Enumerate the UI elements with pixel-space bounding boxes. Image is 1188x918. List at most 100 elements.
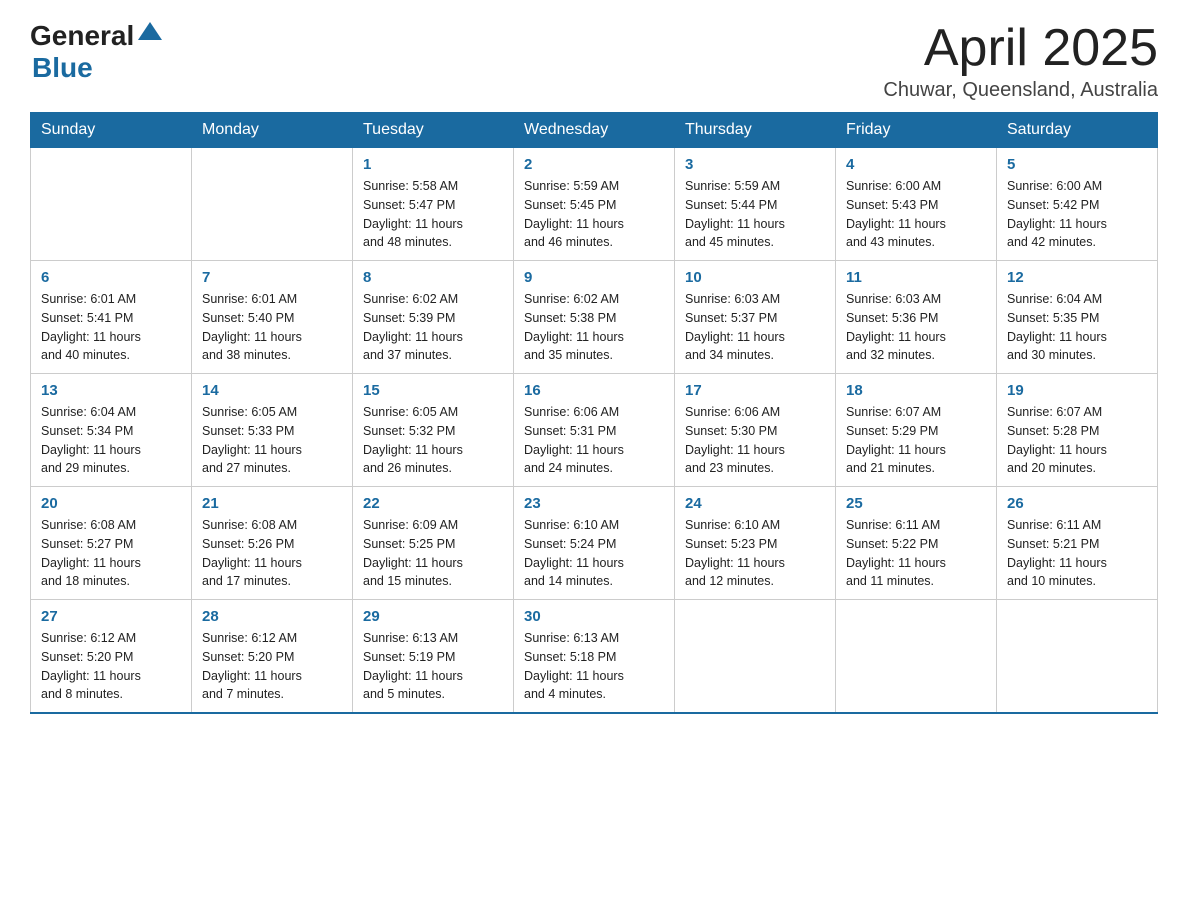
calendar-cell: 24 Sunrise: 6:10 AMSunset: 5:23 PMDayligh… [675, 487, 836, 600]
calendar-cell: 13 Sunrise: 6:04 AMSunset: 5:34 PMDayligh… [31, 374, 192, 487]
logo-general-text: General [30, 20, 134, 52]
calendar-cell: 7 Sunrise: 6:01 AMSunset: 5:40 PMDaylight… [192, 261, 353, 374]
day-number: 7 [202, 269, 342, 286]
day-number: 11 [846, 269, 986, 286]
day-number: 18 [846, 382, 986, 399]
calendar-cell: 15 Sunrise: 6:05 AMSunset: 5:32 PMDayligh… [353, 374, 514, 487]
day-number: 9 [524, 269, 664, 286]
day-info: Sunrise: 6:11 AMSunset: 5:22 PMDaylight:… [846, 516, 986, 591]
page-header: General Blue April 2025 Chuwar, Queensla… [30, 20, 1158, 102]
calendar-table: SundayMondayTuesdayWednesdayThursdayFrid… [30, 112, 1158, 714]
day-number: 30 [524, 608, 664, 625]
location-text: Chuwar, Queensland, Australia [883, 79, 1158, 102]
week-row-4: 20 Sunrise: 6:08 AMSunset: 5:27 PMDayligh… [31, 487, 1158, 600]
day-info: Sunrise: 6:03 AMSunset: 5:36 PMDaylight:… [846, 290, 986, 365]
calendar-cell: 19 Sunrise: 6:07 AMSunset: 5:28 PMDayligh… [997, 374, 1158, 487]
week-row-1: 1 Sunrise: 5:58 AMSunset: 5:47 PMDaylight… [31, 148, 1158, 261]
calendar-cell: 23Sunrise: 6:10 AMSunset: 5:24 PMDayligh… [514, 487, 675, 600]
calendar-cell: 18Sunrise: 6:07 AMSunset: 5:29 PMDayligh… [836, 374, 997, 487]
day-info: Sunrise: 6:13 AMSunset: 5:19 PMDaylight:… [363, 629, 503, 704]
day-number: 21 [202, 495, 342, 512]
week-row-3: 13 Sunrise: 6:04 AMSunset: 5:34 PMDayligh… [31, 374, 1158, 487]
day-info: Sunrise: 6:03 AMSunset: 5:37 PMDaylight:… [685, 290, 825, 365]
calendar-cell: 20 Sunrise: 6:08 AMSunset: 5:27 PMDayligh… [31, 487, 192, 600]
day-info: Sunrise: 6:07 AMSunset: 5:28 PMDaylight:… [1007, 403, 1147, 478]
day-number: 2 [524, 156, 664, 173]
day-info: Sunrise: 6:13 AMSunset: 5:18 PMDaylight:… [524, 629, 664, 704]
calendar-cell: 22 Sunrise: 6:09 AMSunset: 5:25 PMDayligh… [353, 487, 514, 600]
calendar-cell: 21 Sunrise: 6:08 AMSunset: 5:26 PMDayligh… [192, 487, 353, 600]
calendar-cell [675, 600, 836, 714]
day-info: Sunrise: 6:02 AMSunset: 5:38 PMDaylight:… [524, 290, 664, 365]
calendar-cell: 11 Sunrise: 6:03 AMSunset: 5:36 PMDayligh… [836, 261, 997, 374]
day-number: 3 [685, 156, 825, 173]
calendar-cell: 4 Sunrise: 6:00 AMSunset: 5:43 PMDaylight… [836, 148, 997, 261]
calendar-cell: 29 Sunrise: 6:13 AMSunset: 5:19 PMDayligh… [353, 600, 514, 714]
day-number: 15 [363, 382, 503, 399]
day-number: 13 [41, 382, 181, 399]
header-friday: Friday [836, 113, 997, 148]
day-number: 20 [41, 495, 181, 512]
header-sunday: Sunday [31, 113, 192, 148]
calendar-cell [192, 148, 353, 261]
day-number: 19 [1007, 382, 1147, 399]
header-monday: Monday [192, 113, 353, 148]
calendar-cell: 17 Sunrise: 6:06 AMSunset: 5:30 PMDayligh… [675, 374, 836, 487]
logo-arrow-icon [136, 18, 164, 51]
day-info: Sunrise: 6:06 AMSunset: 5:31 PMDaylight:… [524, 403, 664, 478]
day-info: Sunrise: 6:01 AMSunset: 5:40 PMDaylight:… [202, 290, 342, 365]
day-info: Sunrise: 6:08 AMSunset: 5:26 PMDaylight:… [202, 516, 342, 591]
day-info: Sunrise: 6:04 AMSunset: 5:35 PMDaylight:… [1007, 290, 1147, 365]
day-info: Sunrise: 6:09 AMSunset: 5:25 PMDaylight:… [363, 516, 503, 591]
day-number: 4 [846, 156, 986, 173]
day-info: Sunrise: 6:06 AMSunset: 5:30 PMDaylight:… [685, 403, 825, 478]
day-number: 25 [846, 495, 986, 512]
calendar-cell: 26 Sunrise: 6:11 AMSunset: 5:21 PMDayligh… [997, 487, 1158, 600]
day-number: 24 [685, 495, 825, 512]
day-number: 29 [363, 608, 503, 625]
day-number: 22 [363, 495, 503, 512]
calendar-cell: 6Sunrise: 6:01 AMSunset: 5:41 PMDaylight… [31, 261, 192, 374]
calendar-cell: 30 Sunrise: 6:13 AMSunset: 5:18 PMDayligh… [514, 600, 675, 714]
day-number: 23 [524, 495, 664, 512]
day-info: Sunrise: 5:59 AMSunset: 5:45 PMDaylight:… [524, 177, 664, 252]
day-number: 14 [202, 382, 342, 399]
calendar-cell: 3 Sunrise: 5:59 AMSunset: 5:44 PMDaylight… [675, 148, 836, 261]
day-info: Sunrise: 6:08 AMSunset: 5:27 PMDaylight:… [41, 516, 181, 591]
day-number: 1 [363, 156, 503, 173]
calendar-cell: 8Sunrise: 6:02 AMSunset: 5:39 PMDaylight… [353, 261, 514, 374]
header-saturday: Saturday [997, 113, 1158, 148]
day-info: Sunrise: 6:12 AMSunset: 5:20 PMDaylight:… [41, 629, 181, 704]
calendar-cell: 28Sunrise: 6:12 AMSunset: 5:20 PMDayligh… [192, 600, 353, 714]
day-info: Sunrise: 6:05 AMSunset: 5:32 PMDaylight:… [363, 403, 503, 478]
calendar-cell: 5Sunrise: 6:00 AMSunset: 5:42 PMDaylight… [997, 148, 1158, 261]
day-info: Sunrise: 6:11 AMSunset: 5:21 PMDaylight:… [1007, 516, 1147, 591]
logo: General Blue [30, 20, 164, 84]
logo-blue-text: Blue [32, 52, 93, 84]
day-number: 12 [1007, 269, 1147, 286]
header-wednesday: Wednesday [514, 113, 675, 148]
day-info: Sunrise: 6:04 AMSunset: 5:34 PMDaylight:… [41, 403, 181, 478]
day-info: Sunrise: 6:10 AMSunset: 5:23 PMDaylight:… [685, 516, 825, 591]
calendar-cell: 25 Sunrise: 6:11 AMSunset: 5:22 PMDayligh… [836, 487, 997, 600]
day-number: 10 [685, 269, 825, 286]
title-block: April 2025 Chuwar, Queensland, Australia [883, 20, 1158, 102]
day-number: 26 [1007, 495, 1147, 512]
calendar-cell: 9 Sunrise: 6:02 AMSunset: 5:38 PMDaylight… [514, 261, 675, 374]
day-info: Sunrise: 5:59 AMSunset: 5:44 PMDaylight:… [685, 177, 825, 252]
day-info: Sunrise: 6:00 AMSunset: 5:42 PMDaylight:… [1007, 177, 1147, 252]
day-number: 17 [685, 382, 825, 399]
calendar-cell: 12 Sunrise: 6:04 AMSunset: 5:35 PMDayligh… [997, 261, 1158, 374]
calendar-cell: 10 Sunrise: 6:03 AMSunset: 5:37 PMDayligh… [675, 261, 836, 374]
month-title: April 2025 [883, 20, 1158, 77]
calendar-cell: 16Sunrise: 6:06 AMSunset: 5:31 PMDayligh… [514, 374, 675, 487]
day-info: Sunrise: 6:00 AMSunset: 5:43 PMDaylight:… [846, 177, 986, 252]
header-thursday: Thursday [675, 113, 836, 148]
calendar-header-row: SundayMondayTuesdayWednesdayThursdayFrid… [31, 113, 1158, 148]
calendar-cell [997, 600, 1158, 714]
calendar-cell [836, 600, 997, 714]
day-number: 28 [202, 608, 342, 625]
day-number: 27 [41, 608, 181, 625]
day-info: Sunrise: 5:58 AMSunset: 5:47 PMDaylight:… [363, 177, 503, 252]
day-info: Sunrise: 6:05 AMSunset: 5:33 PMDaylight:… [202, 403, 342, 478]
